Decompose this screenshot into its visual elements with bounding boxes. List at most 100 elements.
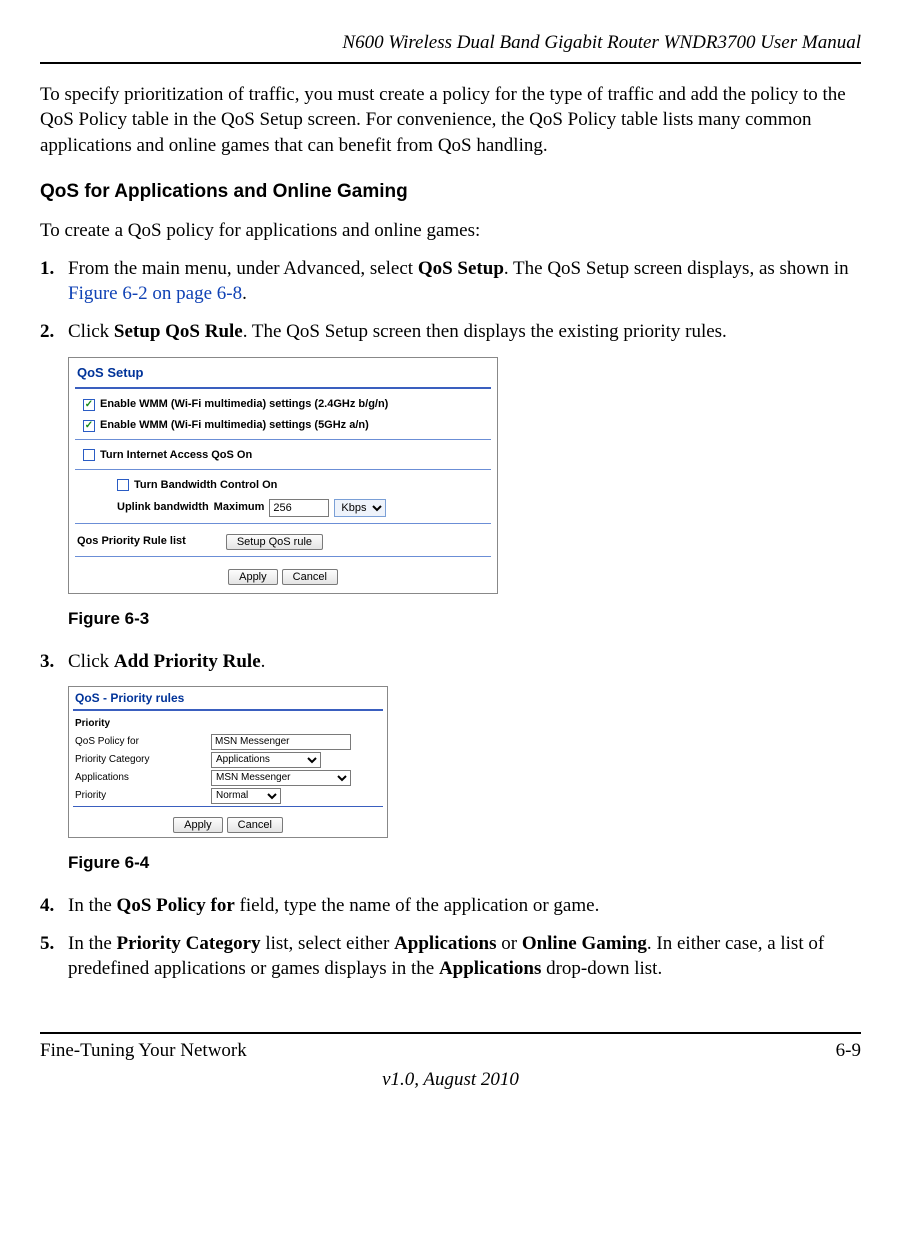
applications-label: Applications bbox=[75, 771, 205, 785]
divider bbox=[73, 709, 383, 711]
divider bbox=[75, 439, 491, 440]
step-number: 5. bbox=[40, 931, 68, 982]
step-4: 4. In the QoS Policy for field, type the… bbox=[40, 893, 861, 919]
category-row: Priority Category Applications bbox=[69, 751, 387, 769]
category-label: Priority Category bbox=[75, 753, 205, 767]
text-run: . bbox=[242, 283, 247, 304]
priority-section-label: Priority bbox=[69, 717, 387, 733]
divider bbox=[75, 469, 491, 470]
uplink-label: Uplink bandwidth bbox=[117, 500, 209, 515]
step-2: 2. Click Setup QoS Rule. The QoS Setup s… bbox=[40, 319, 861, 345]
document-header-title: N600 Wireless Dual Band Gigabit Router W… bbox=[40, 30, 861, 56]
header-divider bbox=[40, 62, 861, 64]
wmm-5-label: Enable WMM (Wi-Fi multimedia) settings (… bbox=[100, 418, 369, 433]
qos-setup-title: QoS Setup bbox=[69, 362, 497, 386]
step-text: From the main menu, under Advanced, sele… bbox=[68, 256, 861, 307]
cross-reference-link[interactable]: Figure 6-2 on page 6-8 bbox=[68, 283, 242, 304]
priority-row: Priority Normal bbox=[69, 787, 387, 805]
text-bold: Add Priority Rule bbox=[114, 651, 261, 672]
qos-button-row: Apply Cancel bbox=[69, 563, 497, 585]
checkbox-wmm-5[interactable]: ✓ bbox=[83, 420, 95, 432]
setup-qos-rule-button[interactable]: Setup QoS rule bbox=[226, 534, 323, 550]
section-heading: QoS for Applications and Online Gaming bbox=[40, 179, 861, 205]
text-bold: QoS Setup bbox=[418, 258, 504, 279]
policy-for-label: QoS Policy for bbox=[75, 735, 205, 749]
figure-6-3: QoS Setup ✓ Enable WMM (Wi-Fi multimedia… bbox=[68, 357, 861, 594]
text-run: From the main menu, under Advanced, sele… bbox=[68, 258, 418, 279]
priority-button-row: Apply Cancel bbox=[69, 813, 387, 833]
figure-6-4-caption: Figure 6-4 bbox=[68, 852, 861, 875]
bandwidth-ctrl-label: Turn Bandwidth Control On bbox=[134, 478, 277, 493]
internet-qos-row: Turn Internet Access QoS On bbox=[69, 446, 497, 467]
applications-select[interactable]: MSN Messenger bbox=[211, 770, 351, 786]
policy-for-row: QoS Policy for bbox=[69, 733, 387, 751]
step-3: 3. Click Add Priority Rule. bbox=[40, 649, 861, 675]
internet-qos-label: Turn Internet Access QoS On bbox=[100, 448, 252, 463]
text-run: In the bbox=[68, 895, 117, 916]
checkbox-internet-qos[interactable] bbox=[83, 449, 95, 461]
text-run: In the bbox=[68, 933, 117, 954]
priority-select[interactable]: Normal bbox=[211, 788, 281, 804]
text-run: . The QoS Setup screen then displays the… bbox=[243, 321, 727, 342]
step-text: In the Priority Category list, select ei… bbox=[68, 931, 861, 982]
text-run: Click bbox=[68, 321, 114, 342]
step-1: 1. From the main menu, under Advanced, s… bbox=[40, 256, 861, 307]
wmm-24-label: Enable WMM (Wi-Fi multimedia) settings (… bbox=[100, 397, 388, 412]
step-number: 2. bbox=[40, 319, 68, 345]
text-bold: Priority Category bbox=[117, 933, 261, 954]
text-bold: Applications bbox=[394, 933, 496, 954]
uplink-unit-select[interactable]: Kbps bbox=[334, 499, 386, 517]
footer-version: v1.0, August 2010 bbox=[40, 1067, 861, 1093]
step-number: 3. bbox=[40, 649, 68, 675]
priority-rule-row: Qos Priority Rule list Setup QoS rule bbox=[69, 530, 497, 554]
step-5: 5. In the Priority Category list, select… bbox=[40, 931, 861, 982]
step-number: 1. bbox=[40, 256, 68, 307]
intro-paragraph: To specify prioritization of traffic, yo… bbox=[40, 82, 861, 159]
uplink-max-label: Maximum bbox=[214, 500, 265, 515]
text-run: . The QoS Setup screen displays, as show… bbox=[504, 258, 849, 279]
text-bold: Online Gaming bbox=[522, 933, 647, 954]
text-run: field, type the name of the application … bbox=[235, 895, 600, 916]
text-bold: QoS Policy for bbox=[117, 895, 235, 916]
footer-divider bbox=[40, 1032, 861, 1034]
bandwidth-ctrl-row: Turn Bandwidth Control On bbox=[69, 476, 497, 497]
checkbox-wmm-24[interactable]: ✓ bbox=[83, 399, 95, 411]
rule-list-label: Qos Priority Rule list bbox=[77, 534, 186, 549]
footer-page-number: 6-9 bbox=[836, 1038, 861, 1064]
divider bbox=[73, 806, 383, 807]
page-footer: Fine-Tuning Your Network 6-9 v1.0, Augus… bbox=[40, 1032, 861, 1093]
section-intro: To create a QoS policy for applications … bbox=[40, 218, 861, 244]
step-number: 4. bbox=[40, 893, 68, 919]
figure-6-4: QoS - Priority rules Priority QoS Policy… bbox=[68, 686, 861, 838]
cancel-button[interactable]: Cancel bbox=[282, 569, 338, 585]
text-run: drop-down list. bbox=[541, 958, 662, 979]
wmm-24-row: ✓ Enable WMM (Wi-Fi multimedia) settings… bbox=[69, 395, 497, 416]
wmm-5-row: ✓ Enable WMM (Wi-Fi multimedia) settings… bbox=[69, 416, 497, 437]
category-select[interactable]: Applications bbox=[211, 752, 321, 768]
step-text: Click Add Priority Rule. bbox=[68, 649, 861, 675]
text-bold: Applications bbox=[439, 958, 541, 979]
uplink-value-input[interactable] bbox=[269, 499, 329, 517]
divider bbox=[75, 387, 491, 389]
cancel-button[interactable]: Cancel bbox=[227, 817, 283, 833]
qos-setup-panel: QoS Setup ✓ Enable WMM (Wi-Fi multimedia… bbox=[68, 357, 498, 594]
priority-label: Priority bbox=[75, 789, 205, 803]
text-run: . bbox=[261, 651, 266, 672]
step-text: Click Setup QoS Rule. The QoS Setup scre… bbox=[68, 319, 861, 345]
divider bbox=[75, 556, 491, 557]
qos-priority-rules-panel: QoS - Priority rules Priority QoS Policy… bbox=[68, 686, 388, 838]
apply-button[interactable]: Apply bbox=[228, 569, 278, 585]
apply-button[interactable]: Apply bbox=[173, 817, 223, 833]
text-run: Click bbox=[68, 651, 114, 672]
checkbox-bandwidth-ctrl[interactable] bbox=[117, 479, 129, 491]
step-text: In the QoS Policy for field, type the na… bbox=[68, 893, 861, 919]
footer-section-title: Fine-Tuning Your Network bbox=[40, 1038, 247, 1064]
figure-6-3-caption: Figure 6-3 bbox=[68, 608, 861, 631]
policy-for-input[interactable] bbox=[211, 734, 351, 750]
uplink-row: Uplink bandwidth Maximum Kbps bbox=[69, 497, 497, 521]
text-run: or bbox=[496, 933, 521, 954]
text-run: list, select either bbox=[261, 933, 394, 954]
text-bold: Setup QoS Rule bbox=[114, 321, 243, 342]
applications-row: Applications MSN Messenger bbox=[69, 769, 387, 787]
priority-panel-title: QoS - Priority rules bbox=[69, 687, 387, 708]
